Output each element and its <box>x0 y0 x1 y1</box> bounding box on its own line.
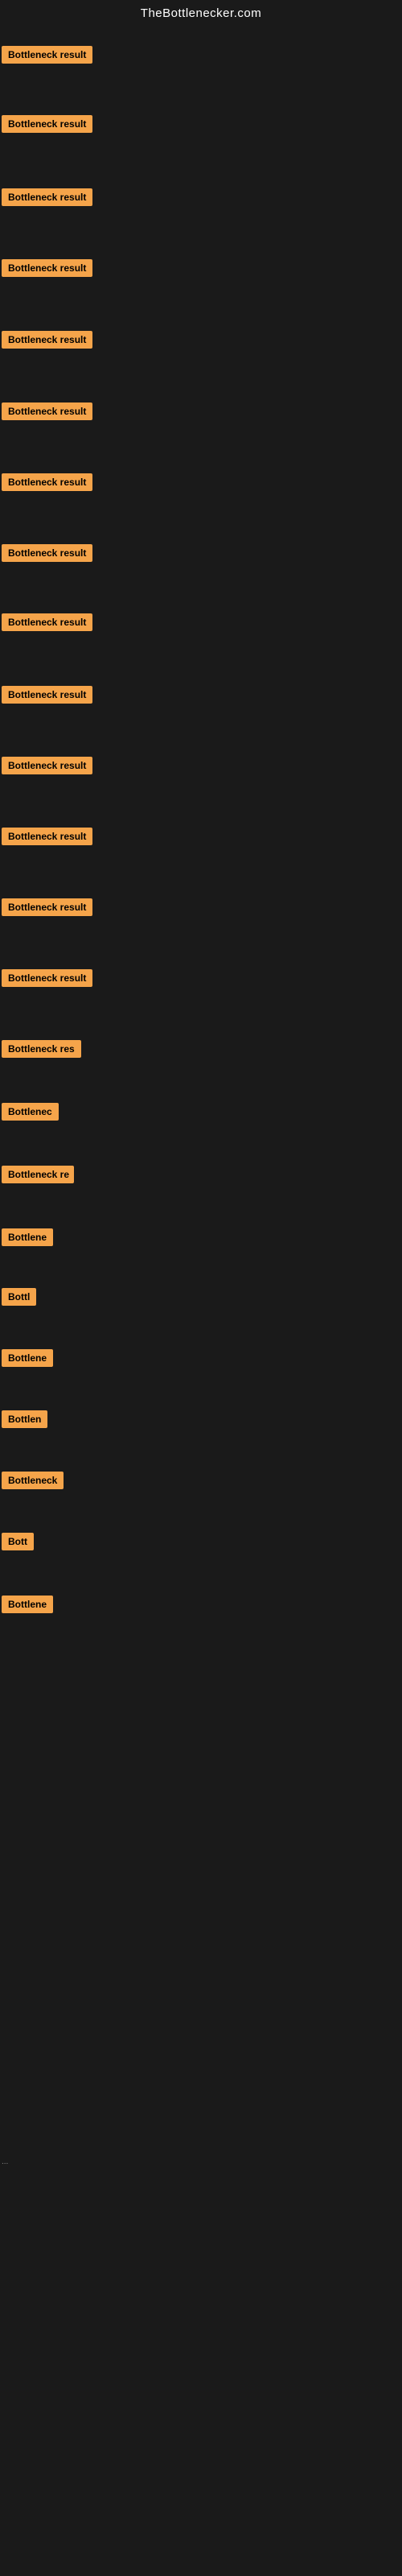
bottleneck-item-13: Bottleneck result <box>2 898 92 920</box>
bottleneck-item-2: Bottleneck result <box>2 115 92 137</box>
bottleneck-label: Bottleneck result <box>2 46 92 64</box>
bottleneck-item-23: Bott <box>2 1533 34 1554</box>
bottleneck-label: Bott <box>2 1533 34 1550</box>
site-title-text: TheBottlenecker.com <box>141 6 261 20</box>
bottleneck-item-21: Bottlen <box>2 1410 47 1432</box>
dot-indicator: ... <box>2 2157 8 2166</box>
bottleneck-label: Bottleneck result <box>2 115 92 133</box>
bottleneck-label: Bottlene <box>2 1596 53 1613</box>
bottleneck-label: Bottleneck result <box>2 188 92 206</box>
site-title: TheBottlenecker.com <box>0 0 402 30</box>
bottleneck-item-6: Bottleneck result <box>2 402 92 424</box>
bottleneck-item-11: Bottleneck result <box>2 757 92 778</box>
bottleneck-label: Bottleneck result <box>2 828 92 845</box>
bottleneck-label: Bottleneck result <box>2 613 92 631</box>
bottleneck-item-9: Bottleneck result <box>2 613 92 635</box>
bottleneck-item-22: Bottleneck <box>2 1472 64 1493</box>
bottleneck-item-12: Bottleneck result <box>2 828 92 849</box>
bottleneck-item-1: Bottleneck result <box>2 46 92 68</box>
bottleneck-label: Bottleneck result <box>2 331 92 349</box>
bottleneck-item-7: Bottleneck result <box>2 473 92 495</box>
bottleneck-label: Bottleneck result <box>2 969 92 987</box>
bottleneck-item-16: Bottlenec <box>2 1103 59 1125</box>
bottleneck-item-24: Bottlene <box>2 1596 53 1617</box>
bottleneck-label: Bottlene <box>2 1228 53 1246</box>
bottleneck-item-20: Bottlene <box>2 1349 53 1371</box>
bottleneck-item-3: Bottleneck result <box>2 188 92 210</box>
bottleneck-item-10: Bottleneck result <box>2 686 92 708</box>
bottleneck-label: Bottleneck result <box>2 898 92 916</box>
bottleneck-item-19: Bottl <box>2 1288 36 1310</box>
bottleneck-item-8: Bottleneck result <box>2 544 92 566</box>
bottleneck-item-14: Bottleneck result <box>2 969 92 991</box>
bottleneck-label: Bottlen <box>2 1410 47 1428</box>
bottleneck-label: Bottleneck res <box>2 1040 81 1058</box>
bottleneck-item-18: Bottlene <box>2 1228 53 1250</box>
bottleneck-label: Bottleneck result <box>2 473 92 491</box>
bottleneck-item-15: Bottleneck res <box>2 1040 81 1062</box>
bottleneck-label: Bottleneck result <box>2 686 92 704</box>
bottleneck-item-5: Bottleneck result <box>2 331 92 353</box>
bottleneck-label: Bottlene <box>2 1349 53 1367</box>
bottleneck-label: Bottl <box>2 1288 36 1306</box>
bottleneck-item-4: Bottleneck result <box>2 259 92 281</box>
bottleneck-label: Bottleneck re <box>2 1166 74 1183</box>
bottleneck-label: Bottleneck result <box>2 757 92 774</box>
bottleneck-label: Bottleneck result <box>2 402 92 420</box>
bottleneck-item-17: Bottleneck re <box>2 1166 74 1187</box>
bottleneck-label: Bottlenec <box>2 1103 59 1121</box>
bottleneck-label: Bottleneck <box>2 1472 64 1489</box>
bottleneck-label: Bottleneck result <box>2 544 92 562</box>
bottleneck-label: Bottleneck result <box>2 259 92 277</box>
